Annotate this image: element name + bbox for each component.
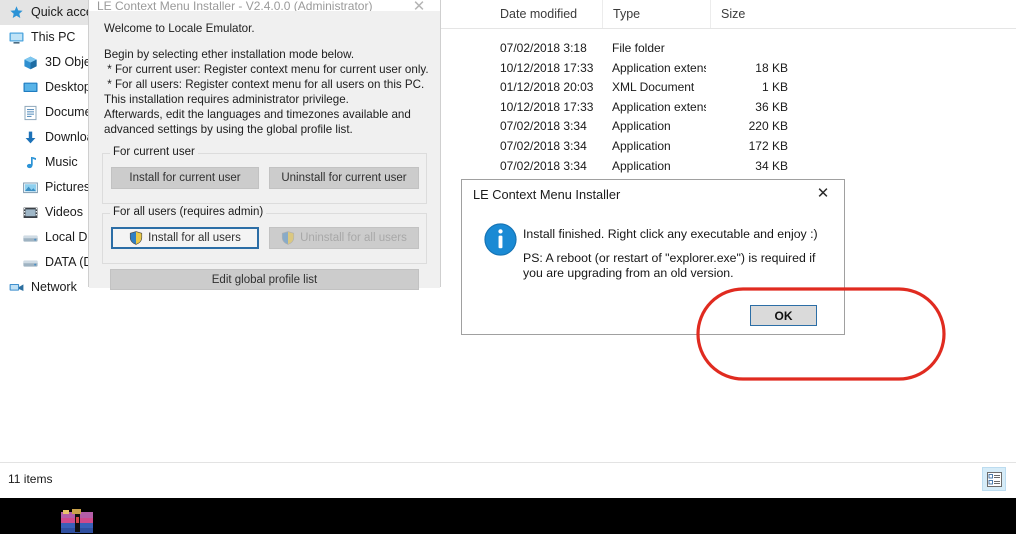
- downloads-icon: [22, 130, 39, 146]
- file-cell-type: Application: [612, 158, 671, 173]
- file-cell-type: Application: [612, 138, 671, 153]
- uac-shield-icon: [130, 231, 143, 245]
- drive-icon: [23, 260, 38, 267]
- info-icon: [484, 223, 517, 256]
- network-icon: [8, 280, 25, 296]
- install-for-all-users-button[interactable]: Install for all users: [111, 227, 259, 249]
- file-cell-type: File folder: [612, 41, 665, 55]
- desktop-icon: [22, 80, 39, 96]
- message-box-line-2: PS: A reboot (or restart of "explorer.ex…: [523, 251, 819, 280]
- file-cell-date: 10/12/2018 17:33: [500, 99, 594, 114]
- edit-global-profile-list-button[interactable]: Edit global profile list: [110, 269, 419, 290]
- monitor-icon: [9, 32, 24, 44]
- message-box-title-text: LE Context Menu Installer: [473, 187, 621, 202]
- file-row[interactable]: 07/02/2018 3:34 Application 220 KB: [430, 117, 1016, 137]
- drive-icon: [22, 255, 39, 271]
- file-row[interactable]: 07/02/2018 3:18 File folder: [430, 39, 1016, 59]
- 3d-objects-icon: [24, 56, 37, 69]
- installer-welcome-text: Welcome to Locale Emulator.: [104, 22, 255, 35]
- group-all-users-label: For all users (requires admin): [110, 206, 267, 218]
- uac-shield-icon: [282, 231, 295, 245]
- file-cell-date: 01/12/2018 20:03: [500, 80, 594, 95]
- desktop-icon: [23, 82, 38, 92]
- details-view-icon[interactable]: [982, 467, 1006, 491]
- monitor-icon: [8, 30, 25, 46]
- install-for-current-user-button[interactable]: Install for current user: [111, 167, 259, 189]
- install-for-all-users-label: Install for all users: [148, 232, 241, 244]
- ok-button[interactable]: OK: [750, 305, 817, 326]
- installer-dialog[interactable]: LE Context Menu Installer - V2.4.0.0 (Ad…: [88, 0, 441, 290]
- file-cell-date: 07/02/2018 3:18: [500, 41, 587, 55]
- column-header-type[interactable]: Type: [602, 0, 710, 28]
- message-box-line-1: Install finished. Right click any execut…: [523, 227, 818, 241]
- drive-icon: [23, 235, 38, 242]
- file-cell-date: 07/02/2018 3:34: [500, 119, 587, 134]
- documents-icon: [22, 105, 39, 121]
- file-cell-size: 172 KB: [748, 138, 788, 153]
- pin-star-icon: [8, 5, 25, 21]
- downloads-icon: [25, 131, 36, 143]
- network-icon: [9, 283, 24, 291]
- status-item-count: 11 items: [8, 472, 53, 486]
- group-all-users: For all users (requires admin) Install f…: [102, 206, 427, 264]
- column-header-date-modified[interactable]: Date modified: [490, 0, 602, 28]
- file-cell-date: 10/12/2018 17:33: [500, 60, 594, 75]
- file-cell-date: 07/02/2018 3:34: [500, 138, 587, 153]
- file-cell-type: Application extens...: [612, 60, 706, 75]
- videos-icon: [22, 205, 39, 221]
- file-row[interactable]: 10/12/2018 17:33 Application extens... 36 …: [430, 98, 1016, 118]
- file-cell-size: 34 KB: [755, 158, 788, 173]
- file-row[interactable]: 07/02/2018 3:34 Application 172 KB: [430, 137, 1016, 157]
- 3d-objects-icon: [22, 55, 39, 71]
- videos-icon: [23, 207, 38, 218]
- file-cell-size: 220 KB: [748, 119, 788, 134]
- pictures-icon: [23, 182, 38, 193]
- drive-icon: [22, 230, 39, 246]
- file-cell-size: 1 KB: [761, 80, 788, 95]
- file-cell-size: 36 KB: [755, 99, 788, 114]
- status-bar: 11 items: [0, 462, 1016, 498]
- close-icon[interactable]: ✕: [806, 182, 840, 206]
- file-row[interactable]: 10/12/2018 17:33 Application extens... 18 …: [430, 59, 1016, 79]
- music-icon: [22, 155, 39, 171]
- screenshot-root: Quick access This PC 3D Objects Desktop Docu…: [0, 0, 1016, 534]
- message-box-dialog[interactable]: LE Context Menu Installer ✕ Install fini…: [461, 179, 845, 335]
- file-cell-date: 07/02/2018 3:34: [500, 158, 587, 173]
- desktop-area: [0, 498, 1016, 534]
- group-current-user-label: For current user: [110, 146, 198, 158]
- pictures-icon: [22, 180, 39, 196]
- file-list-rows[interactable]: 07/02/2018 3:18 File folder 10/12/2018 17:…: [430, 39, 1016, 196]
- uninstall-for-all-users-button: Uninstall for all users: [269, 227, 419, 249]
- archive-app-icon: [61, 509, 93, 533]
- music-icon: [26, 156, 36, 168]
- file-cell-type: Application extens...: [612, 99, 706, 114]
- file-cell-size: 18 KB: [755, 60, 788, 75]
- installer-instructions-text: Begin by selecting ether installation mo…: [104, 48, 429, 106]
- details-view-glyph: [986, 471, 1002, 487]
- file-cell-size: [720, 39, 788, 59]
- file-row[interactable]: 07/02/2018 3:34 Application 34 KB: [430, 157, 1016, 177]
- file-row[interactable]: 01/12/2018 20:03 XML Document 1 KB: [430, 78, 1016, 98]
- pin-star-icon: [10, 5, 23, 18]
- column-header-size[interactable]: Size: [710, 0, 792, 28]
- file-cell-type: XML Document: [612, 80, 695, 95]
- file-list-column-header[interactable]: Date modified Type Size: [430, 0, 1016, 29]
- file-cell-type: Application: [612, 119, 671, 134]
- documents-icon: [24, 105, 37, 120]
- uninstall-for-all-users-label: Uninstall for all users: [300, 232, 407, 244]
- message-box-title-bar[interactable]: LE Context Menu Installer ✕: [462, 180, 844, 212]
- installer-afterwards-text: Afterwards, edit the languages and timez…: [104, 108, 415, 136]
- installer-body: Welcome to Locale Emulator. Begin by sel…: [89, 11, 440, 290]
- uninstall-for-current-user-button[interactable]: Uninstall for current user: [269, 167, 419, 189]
- group-current-user: For current user Install for current use…: [102, 146, 427, 204]
